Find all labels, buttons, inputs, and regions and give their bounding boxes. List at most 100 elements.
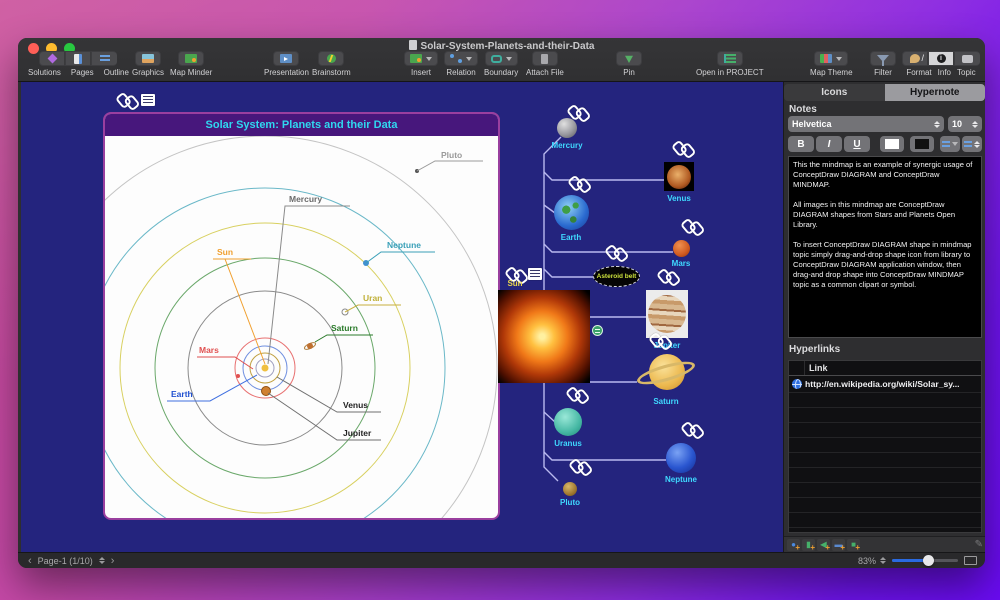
asteroid-belt-node[interactable]: Asteroid belt xyxy=(593,266,640,287)
boundary-button[interactable] xyxy=(484,51,518,66)
outline-label: Outline xyxy=(103,68,129,77)
relation-button[interactable] xyxy=(444,51,478,66)
hyperlinks-section-label: Hyperlinks xyxy=(789,344,841,355)
bold-button[interactable]: B xyxy=(788,136,814,152)
list-style-dropdown[interactable] xyxy=(940,136,960,152)
empty-row xyxy=(789,468,981,483)
hyperlink-url[interactable]: http://en.wikipedia.org/wiki/Solar_sy... xyxy=(805,379,960,389)
add-note-button[interactable]: ▮ + xyxy=(802,538,815,552)
zoom-slider-knob[interactable] xyxy=(923,555,934,566)
relation-button-item: Relation xyxy=(444,51,478,77)
font-family-select[interactable]: Helvetica xyxy=(788,116,944,132)
font-size-arrows xyxy=(972,120,978,128)
venus-node-label[interactable]: Venus xyxy=(667,194,691,203)
add-comment-button[interactable]: ▬ + xyxy=(832,538,845,552)
uranus-node-image[interactable] xyxy=(554,408,582,436)
venus-node-image[interactable] xyxy=(664,162,694,191)
hypernote-icon[interactable] xyxy=(141,94,155,106)
font-family-stepper[interactable] xyxy=(934,120,940,128)
prev-page-button[interactable]: ‹ xyxy=(22,555,38,567)
insert-button[interactable] xyxy=(404,51,438,66)
status-bar: ‹ Page-1 (1/10) › 83% xyxy=(18,552,985,568)
font-size-stepper[interactable]: 10 xyxy=(948,116,982,132)
neptune-node-label[interactable]: Neptune xyxy=(665,475,697,484)
graphics-button-item: Graphics xyxy=(132,51,164,77)
hyperlinks-table[interactable]: Link http://en.wikipedia.org/wiki/Solar_… xyxy=(788,360,982,533)
format-button[interactable]: / xyxy=(902,51,928,66)
open-in-project-icon xyxy=(723,54,736,63)
empty-row xyxy=(789,438,981,453)
open-in-project-button[interactable] xyxy=(716,51,743,66)
tab-icons[interactable]: Icons xyxy=(784,84,885,101)
alignment-arrows xyxy=(974,140,980,148)
align-icon xyxy=(964,140,972,148)
presentation-button-item: Presentation xyxy=(264,51,309,77)
filter-icon xyxy=(877,55,889,66)
sun-node-label[interactable]: Sun xyxy=(507,279,522,288)
add-hyperlink-button[interactable]: ● + xyxy=(787,538,800,552)
pages-button[interactable] xyxy=(65,51,92,66)
saturn-node-image[interactable] xyxy=(634,350,698,396)
neptune-node-image[interactable] xyxy=(666,443,696,473)
mercury-node-image[interactable] xyxy=(557,118,577,138)
relation-badge-icon[interactable] xyxy=(592,325,603,336)
pluto-node-label[interactable]: Pluto xyxy=(560,498,580,507)
mindmap-canvas[interactable]: Solar System: Planets and their Data Plu… xyxy=(21,82,783,552)
solutions-button[interactable] xyxy=(39,51,66,66)
format-icon: / xyxy=(910,53,924,63)
pencil-icon[interactable]: ✎ xyxy=(975,539,983,550)
outline-button[interactable] xyxy=(91,51,118,66)
saturn-node-label[interactable]: Saturn xyxy=(653,397,678,406)
info-button[interactable]: i xyxy=(928,51,954,66)
mercury-node-label[interactable]: Mercury xyxy=(551,141,582,150)
mars-node-image[interactable] xyxy=(673,240,690,257)
notes-text-area[interactable]: This the mindmap is an example of synerg… xyxy=(788,156,982,338)
filter-button[interactable] xyxy=(870,51,896,66)
hyperlinks-table-header: Link xyxy=(789,361,981,376)
attach-file-button[interactable] xyxy=(531,51,558,66)
earth-node-image[interactable] xyxy=(554,195,589,230)
filter-button-item: Filter xyxy=(870,51,896,77)
fit-to-screen-icon[interactable] xyxy=(964,556,977,565)
pages-icon xyxy=(74,53,83,64)
add-symbol-button[interactable]: ■ + xyxy=(847,538,860,552)
zoom-slider[interactable] xyxy=(892,555,958,566)
topic-button[interactable] xyxy=(954,51,980,66)
map-theme-icon xyxy=(820,54,833,63)
sun-dot xyxy=(261,364,269,372)
orbit-label-mars: Mars xyxy=(199,345,219,355)
empty-row xyxy=(789,483,981,498)
italic-button[interactable]: I xyxy=(816,136,842,152)
mars-node-label[interactable]: Mars xyxy=(672,259,691,268)
alignment-dropdown[interactable] xyxy=(962,136,982,152)
uranus-node-label[interactable]: Uranus xyxy=(554,439,582,448)
chevron-down-icon xyxy=(952,142,958,146)
topic-label: Topic xyxy=(957,68,976,77)
hyperlink-row[interactable]: http://en.wikipedia.org/wiki/Solar_sy... xyxy=(789,376,981,393)
graphics-button[interactable] xyxy=(135,51,161,66)
insert-icon xyxy=(410,54,422,63)
map-minder-button-item: Map Minder xyxy=(170,51,212,77)
zoom-stepper[interactable] xyxy=(880,557,886,564)
map-minder-icon xyxy=(185,54,198,63)
next-page-button[interactable]: › xyxy=(105,555,121,567)
sun-node-image[interactable] xyxy=(498,290,590,383)
underline-button[interactable]: U xyxy=(844,136,870,152)
map-theme-button[interactable] xyxy=(814,51,849,66)
chevron-down-icon xyxy=(426,56,432,61)
text-color-button[interactable] xyxy=(880,136,904,152)
add-topic-button[interactable]: ◀ + xyxy=(817,538,830,552)
pin-button[interactable] xyxy=(616,51,642,66)
hypernote-icon[interactable] xyxy=(528,268,542,280)
map-minder-button[interactable] xyxy=(178,51,205,66)
pluto-node-image[interactable] xyxy=(563,482,577,496)
highlight-color-button[interactable] xyxy=(910,136,934,152)
presentation-button[interactable] xyxy=(273,51,300,66)
jupiter-node-image[interactable] xyxy=(646,290,688,338)
orbit-label-uranus: Uran xyxy=(363,293,382,303)
solar-system-orbit-diagram: Pluto Mercury Neptune Sun Uran Saturn Ma… xyxy=(105,136,498,518)
main-topic-image[interactable]: Solar System: Planets and their Data Plu… xyxy=(103,112,500,520)
tab-hypernote[interactable]: Hypernote xyxy=(884,84,985,101)
brainstorm-button[interactable] xyxy=(318,51,345,66)
earth-node-label[interactable]: Earth xyxy=(561,233,581,242)
